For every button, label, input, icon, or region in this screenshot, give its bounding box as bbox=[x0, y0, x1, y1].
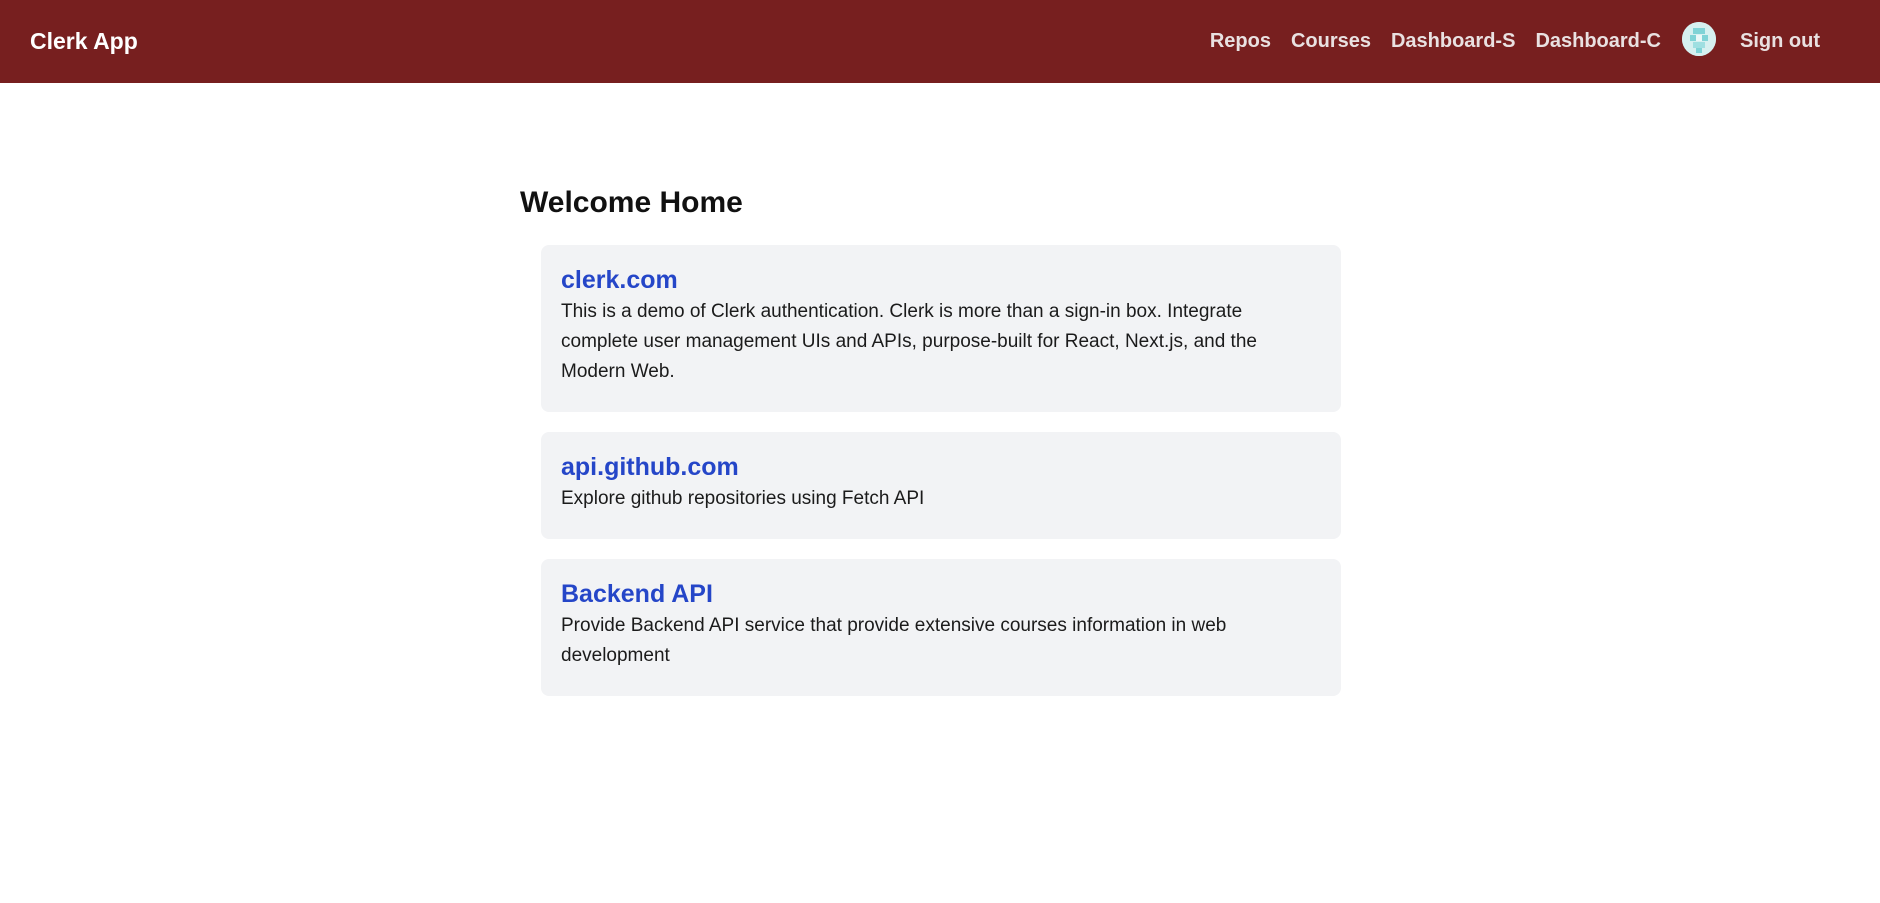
navbar: Clerk App Repos Courses Dashboard-S Dash… bbox=[0, 0, 1880, 83]
brand-link[interactable]: Clerk App bbox=[30, 28, 138, 55]
card-backend-api: Backend API Provide Backend API service … bbox=[541, 559, 1341, 696]
card-description: Provide Backend API service that provide… bbox=[561, 615, 1227, 666]
main-content: Welcome Home clerk.com This is a demo of… bbox=[520, 183, 1341, 716]
card-title-link[interactable]: api.github.com bbox=[561, 452, 1321, 482]
card-github: api.github.com Explore github repositori… bbox=[541, 432, 1341, 539]
card-description: Explore github repositories using Fetch … bbox=[561, 488, 925, 509]
user-avatar-icon[interactable] bbox=[1682, 22, 1717, 56]
nav-link-dashboard-s[interactable]: Dashboard-S bbox=[1391, 30, 1515, 53]
page-title: Welcome Home bbox=[520, 186, 743, 219]
card-clerk: clerk.com This is a demo of Clerk authen… bbox=[541, 245, 1341, 412]
card-description: This is a demo of Clerk authentication. … bbox=[561, 301, 1257, 382]
card-title-link[interactable]: Backend API bbox=[561, 579, 1321, 609]
sign-out-button[interactable]: Sign out bbox=[1740, 30, 1820, 53]
nav-menu: Repos Courses Dashboard-S Dashboard-C Si… bbox=[1210, 0, 1850, 83]
nav-link-courses[interactable]: Courses bbox=[1291, 30, 1371, 53]
nav-link-dashboard-c[interactable]: Dashboard-C bbox=[1535, 30, 1661, 53]
nav-link-repos[interactable]: Repos bbox=[1210, 30, 1271, 53]
card-title-link[interactable]: clerk.com bbox=[561, 265, 1321, 295]
